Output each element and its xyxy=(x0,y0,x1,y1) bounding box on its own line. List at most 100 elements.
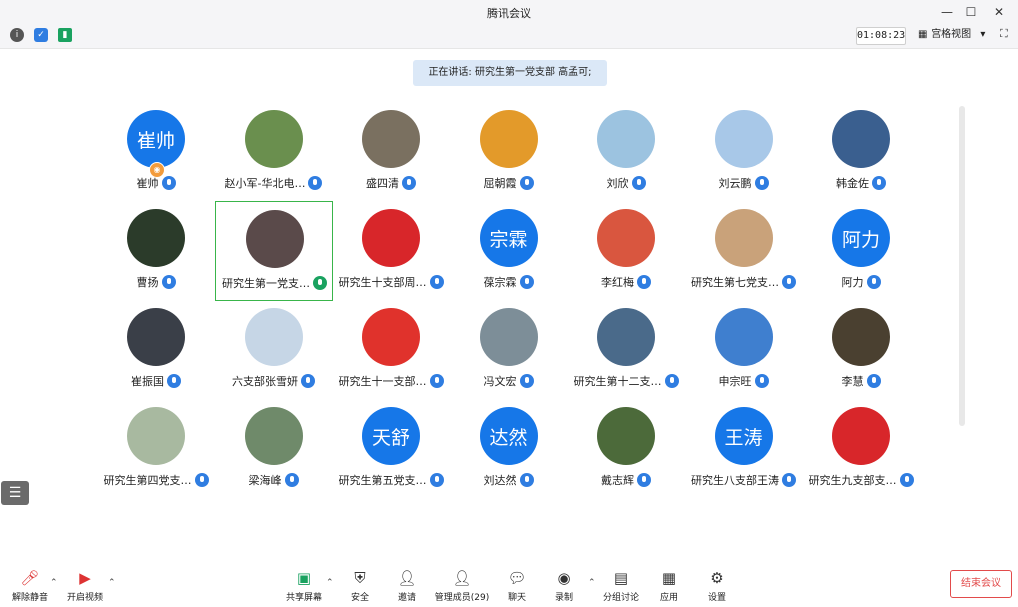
participant-name-row: 刘达然 xyxy=(450,471,568,489)
participant-tile[interactable]: 崔帅 ◉ 崔帅 xyxy=(97,102,215,202)
grid-scrollbar[interactable] xyxy=(959,106,965,426)
participant-tile[interactable]: 研究生第十二支… xyxy=(567,300,685,400)
end-meeting-button[interactable]: 结束会议 xyxy=(950,570,1012,598)
avatar xyxy=(362,110,420,168)
participant-tile[interactable]: 天舒 研究生第五党支… xyxy=(332,399,450,499)
participant-tile[interactable]: 盛四清 xyxy=(332,102,450,202)
avatar xyxy=(597,110,655,168)
microphone-icon xyxy=(519,473,534,487)
shield-icon[interactable]: ✓ xyxy=(34,28,48,42)
microphone-icon xyxy=(194,473,209,487)
avatar xyxy=(362,308,420,366)
participant-tile[interactable]: 刘云鹏 xyxy=(685,102,803,202)
avatar: 阿力 xyxy=(832,209,890,267)
participant-tile[interactable]: 王涛 研究生八支部王涛 xyxy=(685,399,803,499)
manage-members-button[interactable]: 👤︎ 管理成员(29) xyxy=(432,568,492,606)
participant-name-row: 研究生第四党支… xyxy=(97,471,215,489)
participant-tile[interactable]: 韩金佐 xyxy=(802,102,920,202)
participant-name: 六支部张雪妍 xyxy=(232,375,298,388)
participant-tile[interactable]: 研究生第四党支… xyxy=(97,399,215,499)
avatar xyxy=(244,308,303,366)
participant-tile[interactable]: 研究生第一党支… xyxy=(214,201,333,301)
participant-name: 崔振国 xyxy=(131,375,164,388)
participant-name-row: 崔振国 xyxy=(97,372,215,390)
info-icon[interactable]: i xyxy=(10,28,24,42)
avatar: 达然 xyxy=(479,407,538,465)
minimize-icon[interactable]: — xyxy=(938,3,956,21)
microphone-icon xyxy=(519,374,534,388)
avatar xyxy=(597,209,655,267)
chevron-down-icon: ▾ xyxy=(980,29,986,40)
participant-name-row: 冯文宏 xyxy=(450,372,568,390)
participant-name: 曹扬 xyxy=(136,276,159,289)
view-mode-button[interactable]: ▦ 宫格视图 ▾ xyxy=(918,27,990,43)
microphone-icon xyxy=(754,374,769,388)
participant-tile[interactable]: 戴志辉 xyxy=(567,399,685,499)
invite-button[interactable]: 👤︎ 邀请 xyxy=(377,568,437,606)
microphone-icon xyxy=(301,374,315,388)
participant-name-row: 刘欣 xyxy=(567,174,685,192)
video-options-caret[interactable]: ⌃ xyxy=(108,578,116,588)
avatar xyxy=(832,308,890,366)
participant-name-row: 李慧 xyxy=(802,372,920,390)
participant-tile[interactable]: 宗霖 葆宗霖 xyxy=(450,201,568,301)
participant-tile[interactable]: 曹扬 xyxy=(97,201,215,301)
participant-tile[interactable]: 研究生十一支部… xyxy=(332,300,450,400)
record-button[interactable]: ◉ 录制 xyxy=(534,568,594,606)
participant-name-row: 盛四清 xyxy=(332,174,450,192)
participant-tile[interactable]: 屈朝霞 xyxy=(450,102,568,202)
participant-tile[interactable]: 刘欣 xyxy=(567,102,685,202)
participant-tile[interactable]: 研究生九支部支… xyxy=(802,399,920,499)
participant-tile[interactable]: 李慧 xyxy=(802,300,920,400)
participant-tile[interactable]: 李红梅 xyxy=(567,201,685,301)
microphone-icon xyxy=(631,176,646,190)
microphone-icon xyxy=(637,473,651,487)
participant-name: 研究生第七党支… xyxy=(691,276,779,289)
avatar xyxy=(127,308,185,366)
participant-tile[interactable]: 阿力 阿力 xyxy=(802,201,920,301)
microphone-icon xyxy=(429,275,444,289)
share-screen-button[interactable]: ▣ 共享屏幕 xyxy=(274,568,334,606)
microphone-icon xyxy=(429,374,444,388)
participant-name-row: 屈朝霞 xyxy=(450,174,568,192)
participant-tile[interactable]: 研究生第七党支… xyxy=(685,201,803,301)
avatar: 王涛 xyxy=(714,407,773,465)
participant-tile[interactable]: 赵小军-华北电… xyxy=(215,102,333,202)
participant-name: 研究生第五党支… xyxy=(338,474,427,487)
microphone-icon xyxy=(284,473,299,487)
avatar xyxy=(597,308,655,366)
settings-button[interactable]: ⚙ 设置 xyxy=(687,568,747,606)
microphone-icon xyxy=(161,275,176,289)
share-screen-icon: ▣ xyxy=(296,569,312,587)
participant-tile[interactable]: 申宗旺 xyxy=(685,300,803,400)
avatar xyxy=(362,209,420,267)
avatar xyxy=(714,209,773,267)
signal-icon[interactable]: ▮ xyxy=(58,28,72,42)
participant-name: 刘欣 xyxy=(606,177,629,190)
avatar: 崔帅 xyxy=(127,110,185,168)
meeting-info-bar: i ✓ ▮ 01:08:23 ▦ 宫格视图 ▾ ⛶ xyxy=(0,24,1018,49)
start-video-button[interactable]: ▶ 开启视频 xyxy=(55,568,115,606)
participant-tile[interactable]: 研究生十支部周… xyxy=(332,201,450,301)
participant-tile[interactable]: 六支部张雪妍 xyxy=(215,300,333,400)
fullscreen-icon[interactable]: ⛶ xyxy=(1000,28,1012,40)
participant-tile[interactable]: 崔振国 xyxy=(97,300,215,400)
record-icon: ◉ xyxy=(557,569,571,587)
avatar xyxy=(245,210,304,268)
participant-name-row: 研究生十一支部… xyxy=(332,372,450,390)
close-icon[interactable]: ✕ xyxy=(990,3,1008,21)
participant-tile[interactable]: 梁海峰 xyxy=(215,399,333,499)
participant-name: 李慧 xyxy=(841,375,864,388)
participant-name: 研究生第四党支… xyxy=(103,474,192,487)
participant-name-row: 李红梅 xyxy=(567,273,685,291)
microphone-icon xyxy=(664,374,679,388)
participant-tile[interactable]: 冯文宏 xyxy=(450,300,568,400)
participant-name-row: 阿力 xyxy=(802,273,920,291)
title-bar: 腾讯会议 — ☐ ✕ xyxy=(0,0,1018,24)
grid-icon: ▦ xyxy=(918,29,928,40)
participant-name-row: 申宗旺 xyxy=(685,372,803,390)
participant-tile[interactable]: 达然 刘达然 xyxy=(450,399,568,499)
maximize-icon[interactable]: ☐ xyxy=(962,3,980,21)
participant-name: 崔帅 xyxy=(136,177,159,190)
member-list-icon[interactable]: ☰ xyxy=(1,481,29,505)
